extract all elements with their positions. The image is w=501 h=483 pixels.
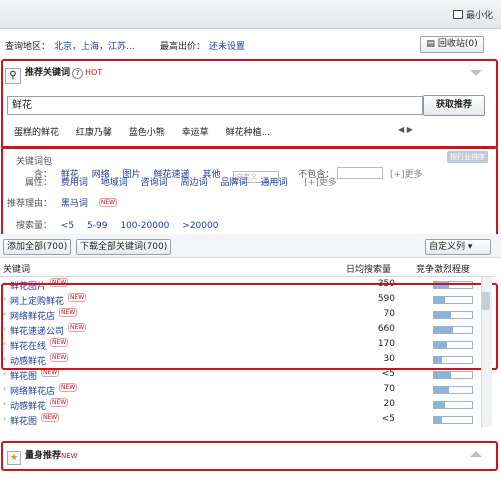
trash-icon: ▤ <box>426 39 435 49</box>
volume-cell: 20 <box>383 399 395 409</box>
bid-value-link[interactable]: 还未设置 <box>209 42 245 52</box>
attribute-option[interactable]: 品牌词 <box>220 178 247 188</box>
competition-fill <box>434 402 446 408</box>
region-value-link[interactable]: 北京，上海，江苏... <box>54 42 135 52</box>
minimize-icon <box>452 10 463 19</box>
attribute-option[interactable]: 地域词 <box>101 178 128 188</box>
search-icon: ⚲ <box>5 68 21 84</box>
keyword-cell[interactable]: 鲜花图 <box>10 369 37 382</box>
table-header: 关键词 日均搜索量 竞争激烈程度 <box>0 258 495 277</box>
attribute-filter-row: 属性： 费用词 地域词 咨询词 周边词 品牌词 通用词 [+]更多 <box>24 178 337 188</box>
help-icon[interactable]: ? <box>72 68 84 79</box>
suggestion-item[interactable]: 幸运草 <box>182 128 209 138</box>
minimize-button[interactable]: 最小化 <box>452 8 493 21</box>
keyword-cell[interactable]: 网络鲜花店 <box>10 384 55 397</box>
suggestion-item[interactable]: 蓝色小熊 <box>129 128 165 138</box>
table-row[interactable]: ‹ 鲜花图 NEW <5 <box>0 412 480 427</box>
scrollbar-thumb[interactable] <box>482 292 490 310</box>
prev-arrow-icon[interactable]: ◀ <box>398 125 404 134</box>
reason-filter-row: 推荐理由： 黑马词 NEW <box>6 198 118 209</box>
download-all-button[interactable]: 下载全部关键词(700) <box>76 239 172 255</box>
volume-filter-row: 搜索量： <5 5-99 100-20000 >20000 <box>15 221 219 231</box>
volume-cell: <5 <box>381 369 395 379</box>
keyword-cell[interactable]: 鲜花图 <box>10 414 37 427</box>
competition-fill <box>434 417 442 423</box>
add-arrow-icon[interactable]: ‹ <box>3 384 6 393</box>
bid-setting: 最高出价： 还未设置 <box>160 42 246 52</box>
attribute-option[interactable]: 咨询词 <box>141 178 168 188</box>
new-badge: NEW <box>98 198 118 207</box>
add-all-button[interactable]: 添加全部(700) <box>3 239 72 255</box>
star-icon: ★ <box>7 451 21 465</box>
competition-fill <box>434 387 450 393</box>
table-row[interactable]: ‹ 网络鲜花店 NEW 70 <box>0 382 480 397</box>
table-row[interactable]: ‹ 动感鲜花 NEW 20 <box>0 397 480 412</box>
volume-option[interactable]: >20000 <box>182 221 218 231</box>
add-arrow-icon[interactable]: ‹ <box>3 399 6 408</box>
expand-arrow-icon[interactable] <box>470 451 482 457</box>
volume-cell: <5 <box>381 414 395 424</box>
suggestion-list: 蛋糕的鲜花 红康乃馨 蓝色小熊 幸运草 鲜花种植... <box>14 125 284 138</box>
new-badge: NEW <box>50 398 69 407</box>
recycle-bin-button[interactable]: ▤ 回收站(0) <box>420 36 484 53</box>
next-arrow-icon[interactable]: ▶ <box>407 125 413 134</box>
action-bar: 添加全部(700) 下载全部关键词(700) 自定义列 ▾ <box>0 234 501 258</box>
collapse-arrow-icon[interactable] <box>470 70 482 76</box>
competition-fill <box>434 372 452 378</box>
keyword-input[interactable]: 鲜花 <box>7 96 423 115</box>
more-link[interactable]: [+]更多 <box>304 178 337 188</box>
get-recommendations-button[interactable]: 获取推荐 <box>423 95 485 116</box>
column-volume[interactable]: 日均搜索量 <box>346 262 391 275</box>
add-arrow-icon[interactable]: ‹ <box>3 369 6 378</box>
suggestion-item[interactable]: 红康乃馨 <box>76 128 112 138</box>
competition-bar <box>433 401 473 409</box>
volume-option[interactable]: <5 <box>61 221 74 231</box>
sort-pill[interactable]: 按行业排序 <box>447 151 488 163</box>
new-badge: NEW <box>59 383 78 392</box>
suggestion-pager: ◀ ▶ <box>398 125 413 134</box>
new-badge: NEW <box>41 413 60 422</box>
volume-option[interactable]: 5-99 <box>87 221 107 231</box>
attribute-option[interactable]: 费用词 <box>61 178 88 188</box>
competition-bar <box>433 371 473 379</box>
region-filter: 查询地区： 北京，上海，江苏... <box>5 42 135 52</box>
suggestion-item[interactable]: 鲜花种植... <box>226 128 271 138</box>
volume-cell: 70 <box>383 384 395 394</box>
custom-recommend-header[interactable]: ★ 量身推荐NEW <box>7 448 78 465</box>
competition-bar <box>433 386 473 394</box>
add-arrow-icon[interactable]: ‹ <box>3 414 6 423</box>
volume-option[interactable]: 100-20000 <box>120 221 169 231</box>
title-bar <box>0 0 501 29</box>
hot-keywords-header: ⚲ 推荐关键词? HOT <box>5 65 102 84</box>
suggestion-item[interactable]: 蛋糕的鲜花 <box>14 128 59 138</box>
dropdown-arrow-icon: ▾ <box>467 242 473 252</box>
competition-bar <box>433 416 473 424</box>
custom-column-button[interactable]: 自定义列 ▾ <box>425 239 491 255</box>
column-keyword[interactable]: 关键词 <box>3 262 30 275</box>
reason-option[interactable]: 黑马词 <box>61 199 88 209</box>
results-highlight <box>1 283 498 370</box>
attribute-option[interactable]: 周边词 <box>181 178 208 188</box>
column-competition[interactable]: 竞争激烈程度 <box>416 262 470 275</box>
attribute-option[interactable]: 通用词 <box>260 178 287 188</box>
keyword-cell[interactable]: 动感鲜花 <box>10 399 46 412</box>
